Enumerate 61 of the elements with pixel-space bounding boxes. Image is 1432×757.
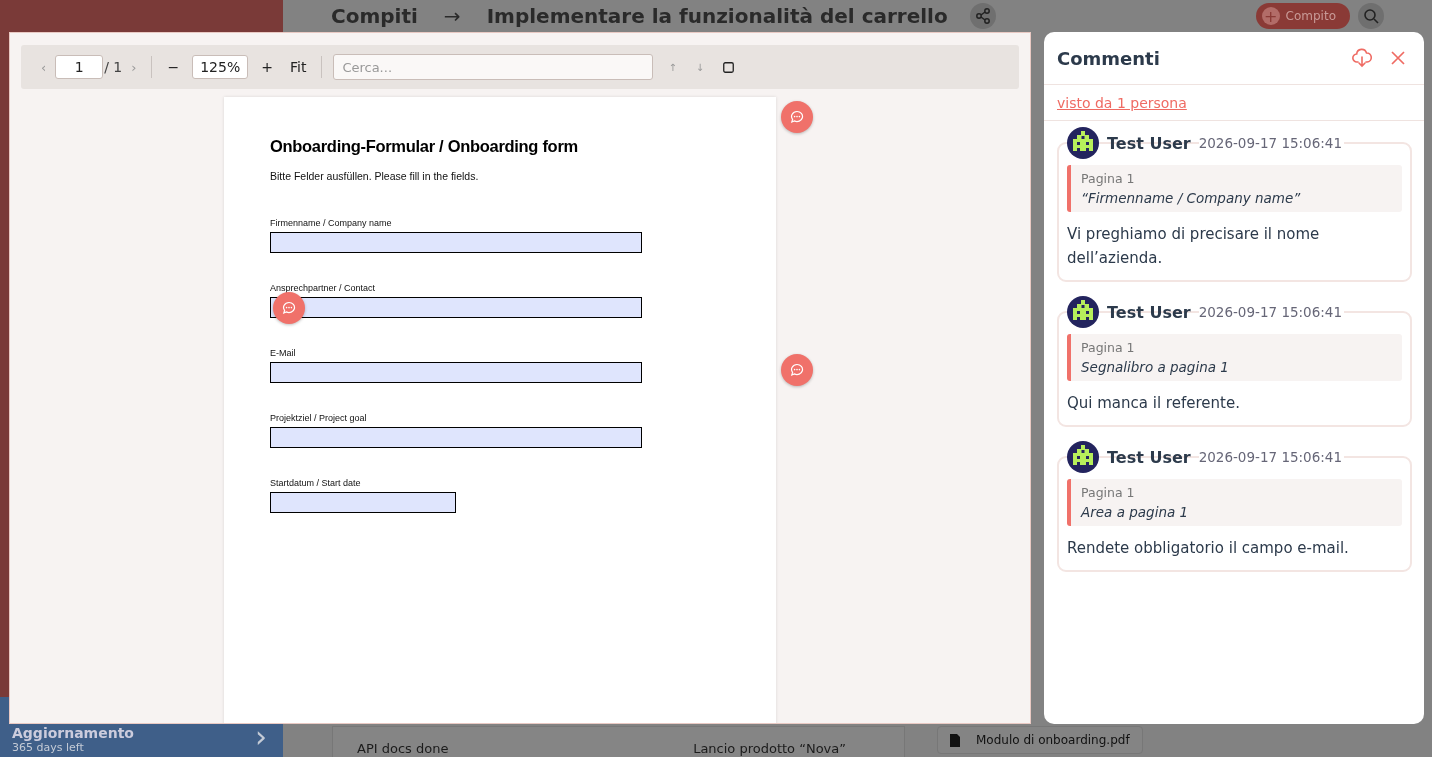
zoom-out-button[interactable]: −	[163, 59, 184, 75]
sidebar-item-title: Aggiornamento	[12, 725, 134, 741]
search-field[interactable]: Cerca...	[333, 54, 654, 80]
comment-author: Test User	[1107, 133, 1191, 153]
panel-title: Commenti	[1057, 47, 1161, 69]
table-cell: Lancio prodotto “Nova”	[693, 741, 846, 756]
previous-match-button[interactable]: ↑	[664, 61, 681, 73]
zoom-in-button[interactable]: +	[257, 59, 277, 75]
page-number-field[interactable]: 1	[55, 55, 104, 79]
form-field[interactable]	[270, 232, 642, 253]
comment-time: 2026-09-17 15:06:41	[1198, 304, 1345, 320]
chevron-icon: ›	[255, 719, 267, 754]
form-field[interactable]	[270, 362, 642, 383]
file-icon	[950, 733, 960, 747]
quote-text: Segnalibro a pagina 1	[1081, 359, 1230, 375]
sidebar-item-subtitle: 365 days left	[12, 741, 85, 754]
search-icon[interactable]	[1358, 3, 1384, 29]
breadcrumb-separator: →	[443, 4, 461, 28]
breadcrumb-link[interactable]: Compiti	[331, 4, 418, 28]
document-intro: Bitte Felder ausfüllen. Please fill in the fields.	[270, 170, 480, 182]
form-field[interactable]	[270, 492, 456, 513]
comment-author: Test User	[1107, 447, 1191, 467]
comment-author: Test User	[1107, 302, 1191, 322]
avatar-icon	[1067, 296, 1099, 328]
quote-text: Area a pagina 1	[1081, 504, 1190, 520]
avatar-icon	[1067, 441, 1099, 473]
zoom-field[interactable]: 125%	[192, 55, 249, 79]
table-cell: API docs done	[357, 741, 449, 756]
page-total: / 1	[104, 59, 123, 75]
form-label: Startdatum / Start date	[270, 478, 362, 488]
quote-page: Pagina 1	[1081, 485, 1136, 500]
comment-pin-icon[interactable]	[781, 101, 813, 133]
comment-time: 2026-09-17 15:06:41	[1198, 135, 1345, 151]
form-label: Projektziel / Project goal	[270, 413, 368, 423]
quote-page: Pagina 1	[1081, 340, 1136, 355]
previous-page-button[interactable]: ‹	[37, 59, 51, 75]
new-task-button[interactable]: + Compito	[1255, 3, 1350, 29]
page-title: Implementare la funzionalità del carrello	[486, 4, 948, 28]
download-icon[interactable]	[1352, 48, 1372, 68]
form-label: Ansprechpartner / Contact	[270, 283, 377, 293]
comment-pin-icon[interactable]	[781, 354, 813, 386]
seen-by-link[interactable]: visto da 1 persona	[1057, 95, 1187, 111]
quote-page: Pagina 1	[1081, 171, 1136, 186]
document-title: Onboarding-Formular / Onboarding form	[270, 137, 579, 156]
comment-text: Rendete obbligatorio il campo e-mail.	[1067, 538, 1350, 559]
form-field[interactable]	[270, 427, 642, 448]
fit-button[interactable]: Fit	[285, 59, 311, 75]
square-icon[interactable]	[723, 61, 735, 73]
close-icon[interactable]	[1390, 50, 1406, 66]
share-icon[interactable]	[969, 3, 996, 29]
attachment-chip[interactable]: Modulo di onboarding.pdf	[937, 726, 1143, 754]
form-label: E-Mail	[270, 348, 297, 358]
comment-text: Vi preghiamo di precisare il nome dell’azienda.	[1067, 224, 1321, 269]
comment-time: 2026-09-17 15:06:41	[1198, 449, 1345, 465]
avatar-icon	[1067, 127, 1099, 159]
quote-text: “Firmenname / Company name”	[1081, 190, 1302, 206]
comment-text: Qui manca il referente.	[1067, 393, 1241, 414]
next-page-button[interactable]: ›	[127, 59, 141, 75]
form-field[interactable]	[270, 297, 642, 318]
form-label: Firmenname / Company name	[270, 218, 393, 228]
next-match-button[interactable]: ↓	[691, 61, 709, 73]
